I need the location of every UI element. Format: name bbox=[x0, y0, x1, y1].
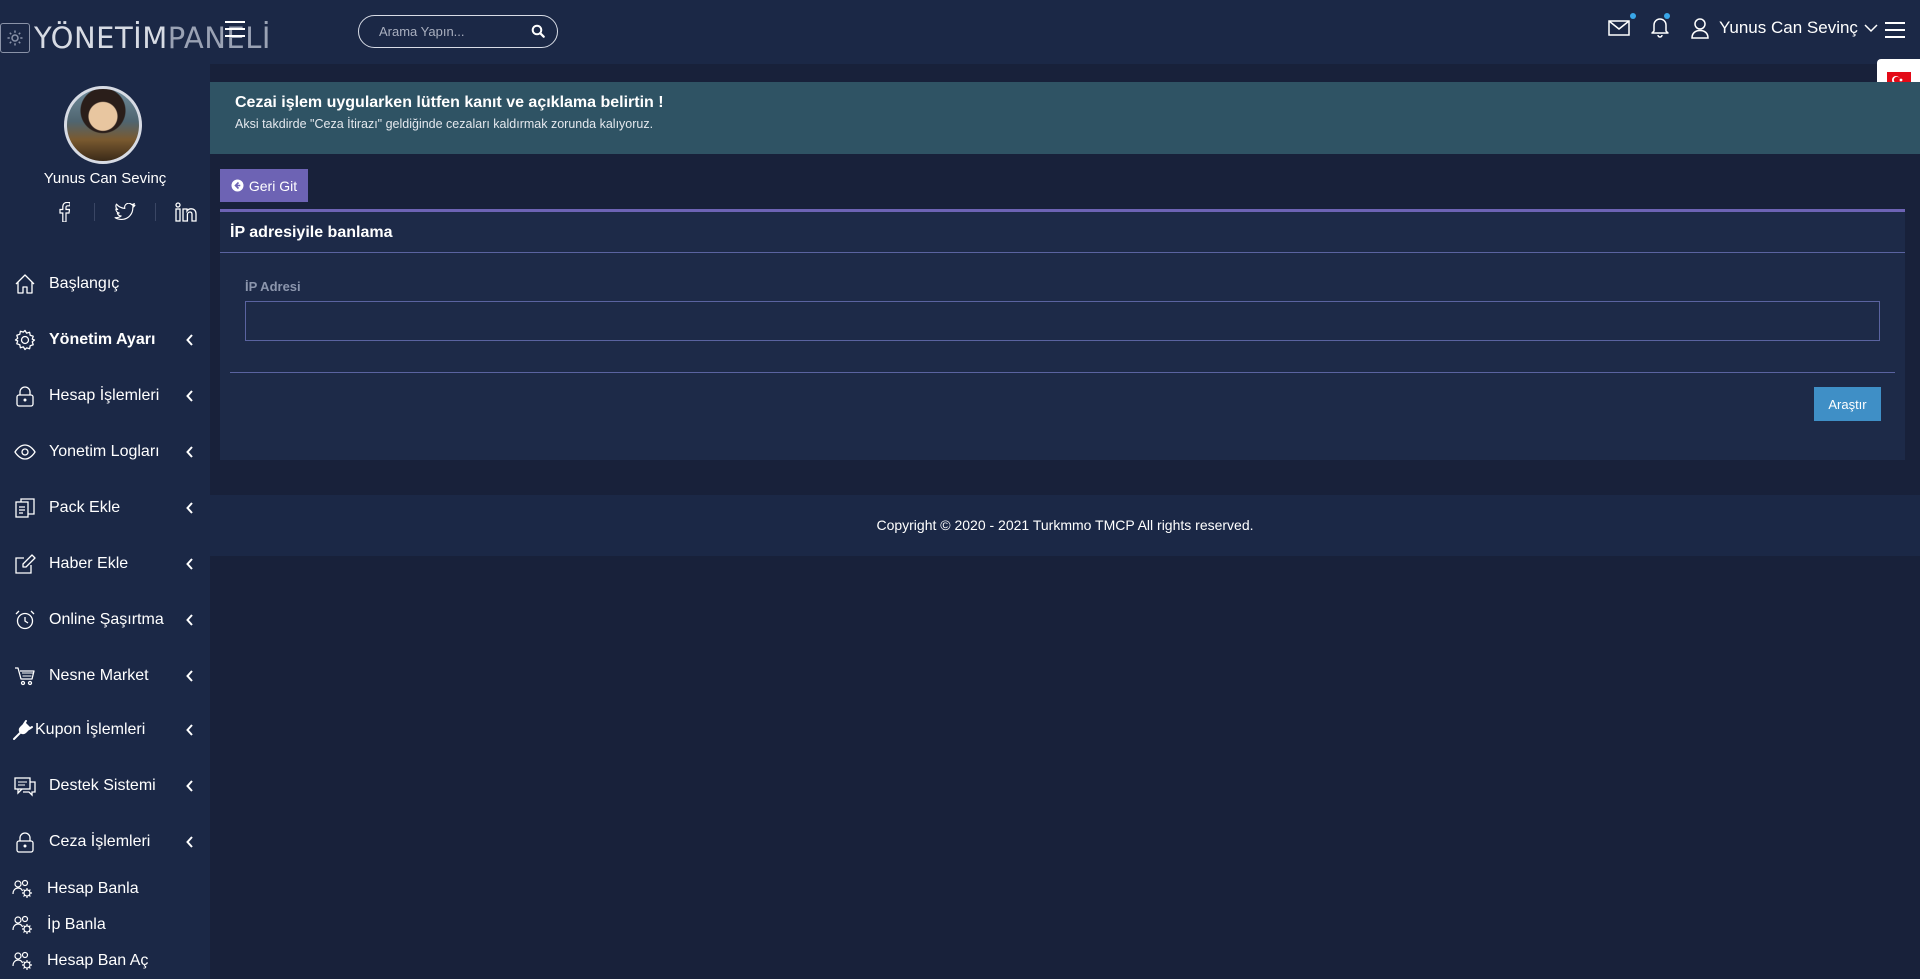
chevron-left-icon bbox=[186, 614, 193, 626]
chevron-left-icon bbox=[186, 446, 193, 458]
divider bbox=[155, 203, 156, 221]
sidebar-item-ceza-islemleri[interactable]: Ceza İşlemleri bbox=[0, 822, 210, 862]
messages-button[interactable] bbox=[1608, 13, 1636, 37]
arrow-circle-left-icon bbox=[231, 179, 244, 192]
facebook-icon bbox=[59, 202, 70, 222]
lock-icon bbox=[16, 832, 34, 853]
ip-ban-card: İP adresiyile banlama İP Adresi Araştır bbox=[220, 209, 1905, 460]
sidebar-item-label: Hesap İşlemleri bbox=[49, 387, 160, 404]
chevron-left-icon bbox=[186, 724, 193, 736]
lock-icon bbox=[16, 386, 34, 407]
home-icon bbox=[15, 274, 35, 294]
sidebar-item-label: Yonetim Logları bbox=[49, 443, 160, 460]
search-input[interactable] bbox=[379, 24, 529, 39]
sidebar-subitem-label: Hesap Ban Aç bbox=[47, 952, 149, 969]
users-gear-icon bbox=[12, 915, 32, 934]
top-header: YÖNETİMPANELİ Yunus Can Sevinç bbox=[0, 0, 1920, 64]
divider bbox=[94, 203, 95, 221]
sidebar-item-label: Online Şaşırtma bbox=[49, 611, 164, 628]
avatar bbox=[64, 86, 142, 164]
linkedin-icon bbox=[175, 202, 197, 222]
copy-icon bbox=[15, 498, 35, 518]
sidebar-subitem-label: İp Banla bbox=[47, 916, 106, 933]
user-icon bbox=[1691, 18, 1709, 39]
facebook-link[interactable] bbox=[44, 201, 84, 223]
eye-icon bbox=[14, 444, 36, 460]
right-menu-button[interactable] bbox=[1884, 20, 1906, 40]
menu-icon bbox=[225, 21, 245, 37]
footer: Copyright © 2020 - 2021 Turkmmo TMCP All… bbox=[210, 495, 1920, 556]
divider bbox=[220, 252, 1905, 253]
search-box bbox=[358, 15, 558, 48]
sidebar-item-pack-ekle[interactable]: Pack Ekle bbox=[0, 488, 210, 528]
alarm-clock-icon bbox=[15, 610, 35, 630]
users-gear-icon bbox=[12, 951, 32, 970]
chevron-left-icon bbox=[186, 558, 193, 570]
user-menu[interactable]: Yunus Can Sevinç bbox=[1690, 17, 1878, 39]
chevron-left-icon bbox=[186, 780, 193, 792]
sidebar-item-yonetim-ayari[interactable]: Yönetim Ayarı bbox=[0, 320, 210, 360]
mail-icon bbox=[1608, 20, 1630, 36]
edit-icon bbox=[15, 554, 36, 574]
sidebar-item-label: Kupon İşlemleri bbox=[35, 721, 146, 738]
chevron-left-icon bbox=[186, 836, 193, 848]
social-links bbox=[44, 201, 206, 223]
sidebar-item-label: Nesne Market bbox=[49, 667, 149, 684]
ip-address-label: İP Adresi bbox=[245, 279, 301, 294]
sidebar-item-label: Pack Ekle bbox=[49, 499, 121, 516]
sidebar-item-label: Yönetim Ayarı bbox=[49, 331, 156, 348]
sidebar-item-label: Ceza İşlemleri bbox=[49, 833, 151, 850]
profile-name: Yunus Can Sevinç bbox=[43, 170, 167, 187]
divider bbox=[230, 372, 1895, 373]
linkedin-link[interactable] bbox=[166, 201, 206, 223]
ip-address-input[interactable] bbox=[245, 301, 1880, 341]
chevron-left-icon bbox=[186, 502, 193, 514]
sidebar-item-label: Başlangıç bbox=[49, 275, 120, 292]
sidebar-subitem-label: Hesap Banla bbox=[47, 880, 139, 897]
plug-icon bbox=[13, 720, 33, 740]
bell-icon bbox=[1651, 18, 1669, 38]
sidebar-subitem-hesap-ban-ac[interactable]: Hesap Ban Aç bbox=[0, 946, 210, 976]
sidebar-subitem-ip-banla[interactable]: İp Banla bbox=[0, 910, 210, 940]
chevron-left-icon bbox=[186, 334, 193, 346]
chevron-left-icon bbox=[186, 390, 193, 402]
notifications-button[interactable] bbox=[1650, 13, 1670, 38]
user-name: Yunus Can Sevinç bbox=[1719, 18, 1858, 37]
sidebar-item-destek-sistemi[interactable]: Destek Sistemi bbox=[0, 766, 210, 806]
sidebar-item-nesne-market[interactable]: Nesne Market bbox=[0, 656, 210, 696]
notification-dot bbox=[1664, 13, 1670, 19]
cart-icon bbox=[15, 667, 35, 686]
twitter-icon bbox=[114, 203, 136, 221]
sidebar-item-baslangic[interactable]: Başlangıç bbox=[0, 264, 210, 304]
notification-dot bbox=[1630, 13, 1636, 19]
sidebar-item-hesap-islemleri[interactable]: Hesap İşlemleri bbox=[0, 376, 210, 416]
sidebar-item-haber-ekle[interactable]: Haber Ekle bbox=[0, 544, 210, 584]
sidebar-item-label: Haber Ekle bbox=[49, 555, 129, 572]
search-submit-button[interactable]: Araştır bbox=[1814, 387, 1881, 421]
sidebar-item-label: Destek Sistemi bbox=[49, 777, 156, 794]
sidebar-item-online-sasirtma[interactable]: Online Şaşırtma bbox=[0, 600, 210, 640]
sidebar-item-kupon-islemleri[interactable]: Kupon İşlemleri bbox=[0, 710, 210, 750]
alert-text: Aksi takdirde "Ceza İtirazı" geldiğinde … bbox=[235, 117, 654, 131]
copyright-text: Copyright © 2020 - 2021 Turkmmo TMCP All… bbox=[876, 517, 1254, 533]
chevron-down-icon bbox=[1864, 23, 1878, 32]
back-button[interactable]: Geri Git bbox=[220, 169, 308, 202]
warning-alert: Cezai işlem uygularken lütfen kanıt ve a… bbox=[210, 82, 1920, 154]
sidebar-item-yonetim-loglari[interactable]: Yonetim Logları bbox=[0, 432, 210, 472]
sidebar-toggle-button[interactable] bbox=[224, 18, 250, 40]
gear-icon bbox=[14, 329, 36, 351]
users-gear-icon bbox=[12, 879, 32, 898]
card-title: İP adresiyile banlama bbox=[230, 224, 393, 241]
alert-title: Cezai işlem uygularken lütfen kanıt ve a… bbox=[235, 94, 664, 111]
search-icon[interactable] bbox=[531, 24, 545, 38]
chat-icon bbox=[14, 777, 36, 797]
chevron-left-icon bbox=[186, 670, 193, 682]
sidebar-subitem-hesap-banla[interactable]: Hesap Banla bbox=[0, 874, 210, 904]
logo-gear-icon bbox=[0, 23, 30, 53]
back-button-label: Geri Git bbox=[248, 177, 298, 194]
menu-icon bbox=[1885, 22, 1905, 38]
twitter-link[interactable] bbox=[105, 201, 145, 223]
